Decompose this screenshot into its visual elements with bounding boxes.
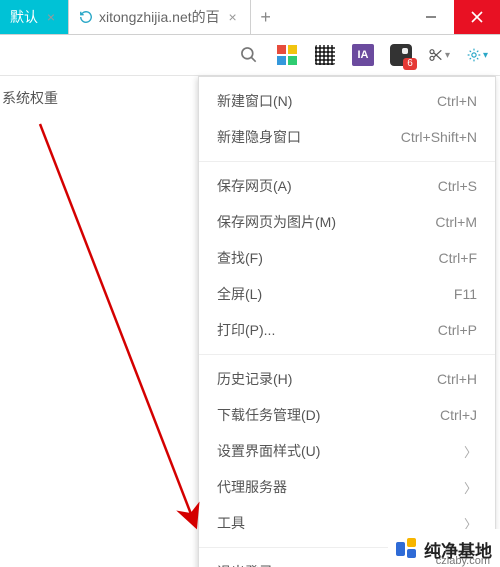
window-controls (408, 0, 500, 34)
extension-icon[interactable]: 6 (390, 44, 412, 66)
menu-item-label: 保存网页为图片(M) (217, 212, 435, 232)
menu-item-new-window[interactable]: 新建窗口(N)Ctrl+N (199, 83, 495, 119)
menu-item-save-as-image[interactable]: 保存网页为图片(M)Ctrl+M (199, 204, 495, 240)
qr-icon[interactable] (314, 44, 336, 66)
menu-item-shortcut: F11 (454, 286, 477, 302)
page-text: 系统权重 (2, 88, 58, 108)
menu-item-find[interactable]: 查找(F)Ctrl+F (199, 240, 495, 276)
tab-title: 默认 (10, 7, 38, 27)
menu-item-label: 新建窗口(N) (217, 91, 437, 111)
watermark: 纯净基地 czlaby.com (388, 529, 500, 567)
window-close-button[interactable] (454, 0, 500, 34)
menu-item-downloads[interactable]: 下载任务管理(D)Ctrl+J (199, 397, 495, 433)
menu-item-shortcut: Ctrl+P (438, 322, 477, 338)
menu-separator (199, 161, 495, 162)
ia-badge-icon[interactable]: IA (352, 44, 374, 66)
menu-item-shortcut: Ctrl+J (440, 407, 477, 423)
watermark-url: czlaby.com (436, 555, 490, 567)
menu-item-label: 查找(F) (217, 248, 439, 268)
annotation-arrow (20, 114, 220, 567)
new-tab-button[interactable]: + (251, 0, 281, 34)
refresh-icon (79, 10, 93, 24)
menu-item-shortcut: Ctrl+H (437, 371, 477, 387)
content-area: 系统权重 新建窗口(N)Ctrl+N新建隐身窗口Ctrl+Shift+N保存网页… (0, 76, 500, 567)
search-icon[interactable] (238, 44, 260, 66)
menu-item-save-page[interactable]: 保存网页(A)Ctrl+S (199, 168, 495, 204)
tab-title: xitongzhijia.net的百 (99, 7, 220, 27)
minimize-button[interactable] (408, 0, 454, 34)
menu-item-label: 下载任务管理(D) (217, 405, 440, 425)
menu-item-label: 保存网页(A) (217, 176, 438, 196)
menu-item-label: 全屏(L) (217, 284, 454, 304)
menu-item-label: 打印(P)... (217, 320, 438, 340)
scissors-icon[interactable]: ▾ (428, 44, 450, 66)
menu-item-label: 新建隐身窗口 (217, 127, 401, 147)
close-icon[interactable]: × (226, 9, 240, 25)
menu-item-fullscreen[interactable]: 全屏(L)F11 (199, 276, 495, 312)
tab-active[interactable]: 默认 × (0, 0, 69, 34)
menu-item-shortcut: Ctrl+N (437, 93, 477, 109)
menu-item-label: 历史记录(H) (217, 369, 437, 389)
menu-item-ui-style[interactable]: 设置界面样式(U) 〉 (199, 433, 495, 469)
menu-item-shortcut: Ctrl+Shift+N (401, 129, 477, 145)
settings-menu: 新建窗口(N)Ctrl+N新建隐身窗口Ctrl+Shift+N保存网页(A)Ct… (198, 76, 496, 567)
menu-item-proxy[interactable]: 代理服务器〉 (199, 469, 495, 505)
menu-item-shortcut: Ctrl+S (438, 178, 477, 194)
menu-separator (199, 354, 495, 355)
menu-item-shortcut: Ctrl+F (439, 250, 478, 266)
close-icon[interactable]: × (44, 9, 58, 25)
notification-badge: 6 (403, 58, 417, 70)
chevron-right-icon: 〉 (464, 478, 477, 497)
watermark-logo-icon (396, 538, 418, 560)
settings-gear-icon[interactable]: ▾ (466, 44, 488, 66)
chevron-right-icon: 〉 (464, 442, 477, 461)
menu-item-label: 代理服务器 (217, 477, 456, 497)
menu-item-label: 设置界面样式(U) (217, 441, 456, 461)
tab-inactive[interactable]: xitongzhijia.net的百 × (69, 0, 251, 34)
menu-item-new-incognito[interactable]: 新建隐身窗口Ctrl+Shift+N (199, 119, 495, 155)
menu-item-print[interactable]: 打印(P)...Ctrl+P (199, 312, 495, 348)
menu-item-shortcut: Ctrl+M (435, 214, 477, 230)
toolbar: IA 6 ▾ ▾ (0, 35, 500, 76)
tab-bar: 默认 × xitongzhijia.net的百 × + (0, 0, 500, 35)
apps-icon[interactable] (276, 44, 298, 66)
menu-item-history[interactable]: 历史记录(H)Ctrl+H (199, 361, 495, 397)
